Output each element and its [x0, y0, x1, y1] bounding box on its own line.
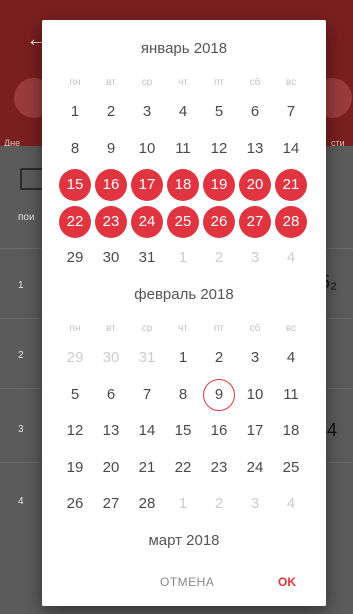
day-cell-selected[interactable]: 24 [131, 205, 163, 238]
day-cell-other-month: 2 [214, 249, 224, 266]
row-number-1: 1 [18, 280, 24, 291]
weekday-label: чт [178, 77, 188, 88]
day-cell[interactable]: 21 [131, 452, 163, 484]
day-cell-selected[interactable]: 22 [59, 205, 91, 238]
day-cell[interactable]: 25 [275, 452, 307, 484]
day-cell-selected[interactable]: 27 [239, 205, 271, 238]
day-cell[interactable]: 22 [167, 452, 199, 484]
day-cell[interactable]: 29 [59, 242, 91, 274]
weekday-label: вт [106, 323, 116, 334]
day-cell[interactable]: 6 [239, 96, 271, 128]
day-cell[interactable]: 7 [275, 96, 307, 128]
day-cell-other-month: 1 [178, 495, 188, 512]
day-cell-selected[interactable]: 23 [95, 205, 127, 238]
day-cell[interactable]: 3 [239, 342, 271, 374]
weekday-label: пт [214, 77, 224, 88]
day-cell[interactable]: 13 [95, 415, 127, 447]
calendar-icon [20, 168, 44, 190]
day-cell-other-month: 4 [286, 495, 296, 512]
weekday-label: сб [249, 77, 261, 88]
day-cell[interactable]: 13 [239, 133, 271, 165]
day-cell-selected[interactable]: 18 [167, 169, 199, 201]
day-cell-other-month: 29 [66, 349, 84, 366]
day-cell[interactable]: 8 [59, 133, 91, 165]
weekday-label: ср [141, 323, 153, 334]
day-cell[interactable]: 11 [167, 133, 199, 165]
day-cell[interactable]: 1 [167, 342, 199, 374]
day-cell[interactable]: 30 [95, 242, 127, 274]
day-cell-selected[interactable]: 15 [59, 169, 91, 201]
day-cell[interactable]: 16 [203, 415, 235, 447]
month-title: февраль 2018 [134, 286, 234, 303]
day-cell-other-month: 31 [138, 349, 156, 366]
weekday-label: пт [214, 323, 224, 334]
weekday-label: вс [285, 323, 297, 334]
weekday-label: пн [69, 323, 81, 334]
day-cell[interactable]: 18 [275, 415, 307, 447]
day-cell[interactable]: 5 [59, 379, 91, 411]
row-number-2: 2 [18, 350, 24, 361]
day-cell[interactable]: 26 [59, 488, 91, 520]
day-cell-other-month: 1 [178, 249, 188, 266]
day-cell-other-month: 30 [102, 349, 120, 366]
day-cell-other-month: 3 [250, 249, 260, 266]
day-cell-selected[interactable]: 28 [275, 205, 307, 238]
day-cell[interactable]: 28 [131, 488, 163, 520]
day-cell-selected[interactable]: 21 [275, 169, 307, 201]
row-number-3: 3 [18, 424, 24, 435]
day-cell[interactable]: 9 [95, 133, 127, 165]
day-cell[interactable]: 27 [95, 488, 127, 520]
day-cell[interactable]: 6 [95, 379, 127, 411]
day-cell[interactable]: 5 [203, 96, 235, 128]
day-cell-other-month: 4 [286, 249, 296, 266]
calendar-scroll[interactable]: январь 2018 пн вт ср чт пт сб вс 1 2 3 4 5 6 7 8 9 10 11 12… [42, 20, 326, 555]
weekday-label: сб [249, 323, 261, 334]
day-cell[interactable]: 12 [203, 133, 235, 165]
day-cell[interactable]: 4 [275, 342, 307, 374]
day-cell[interactable]: 14 [131, 415, 163, 447]
day-cell[interactable]: 20 [95, 452, 127, 484]
day-cell[interactable]: 31 [131, 242, 163, 274]
day-cell[interactable]: 17 [239, 415, 271, 447]
day-cell[interactable]: 19 [59, 452, 91, 484]
day-cell[interactable]: 15 [167, 415, 199, 447]
day-cell-selected[interactable]: 16 [95, 169, 127, 201]
table-header: пои [18, 212, 35, 223]
day-cell[interactable]: 11 [275, 379, 307, 411]
day-cell[interactable]: 14 [275, 133, 307, 165]
day-cell[interactable]: 7 [131, 379, 163, 411]
day-cell[interactable]: 2 [95, 96, 127, 128]
weekday-label: вс [285, 77, 297, 88]
day-cell[interactable]: 1 [59, 96, 91, 128]
day-cell[interactable]: 23 [203, 452, 235, 484]
weekday-label: чт [178, 323, 188, 334]
day-cell-selected[interactable]: 17 [131, 169, 163, 201]
ok-button[interactable]: OK [278, 575, 296, 589]
day-cell[interactable]: 12 [59, 415, 91, 447]
weekday-label: ср [141, 77, 153, 88]
day-cell-selected[interactable]: 19 [203, 169, 235, 201]
day-cell-other-month: 3 [250, 495, 260, 512]
day-cell[interactable]: 24 [239, 452, 271, 484]
day-cell-selected[interactable]: 25 [167, 205, 199, 238]
day-cell-today[interactable]: 9 [203, 378, 235, 411]
day-cell[interactable]: 8 [167, 379, 199, 411]
day-cell[interactable]: 3 [131, 96, 163, 128]
day-cell[interactable]: 10 [239, 379, 271, 411]
day-cell[interactable]: 10 [131, 133, 163, 165]
month-title: март 2018 [148, 532, 220, 549]
weekday-label: пн [69, 77, 81, 88]
date-picker-dialog: январь 2018 пн вт ср чт пт сб вс 1 2 3 4 5 6 7 8 9 10 11 12… [42, 20, 326, 606]
row-value-3: 4 [326, 420, 337, 440]
day-cell-other-month: 2 [214, 495, 224, 512]
day-cell-selected[interactable]: 26 [203, 205, 235, 238]
cancel-button[interactable]: ОТМЕНА [160, 575, 214, 589]
day-cell[interactable]: 4 [167, 96, 199, 128]
dialog-footer: ОТМЕНА OK [42, 555, 326, 606]
month-title: январь 2018 [140, 40, 228, 57]
row-number-4: 4 [18, 496, 24, 507]
weekday-label: вт [106, 77, 116, 88]
day-cell[interactable]: 2 [203, 342, 235, 374]
day-cell-selected[interactable]: 20 [239, 169, 271, 201]
